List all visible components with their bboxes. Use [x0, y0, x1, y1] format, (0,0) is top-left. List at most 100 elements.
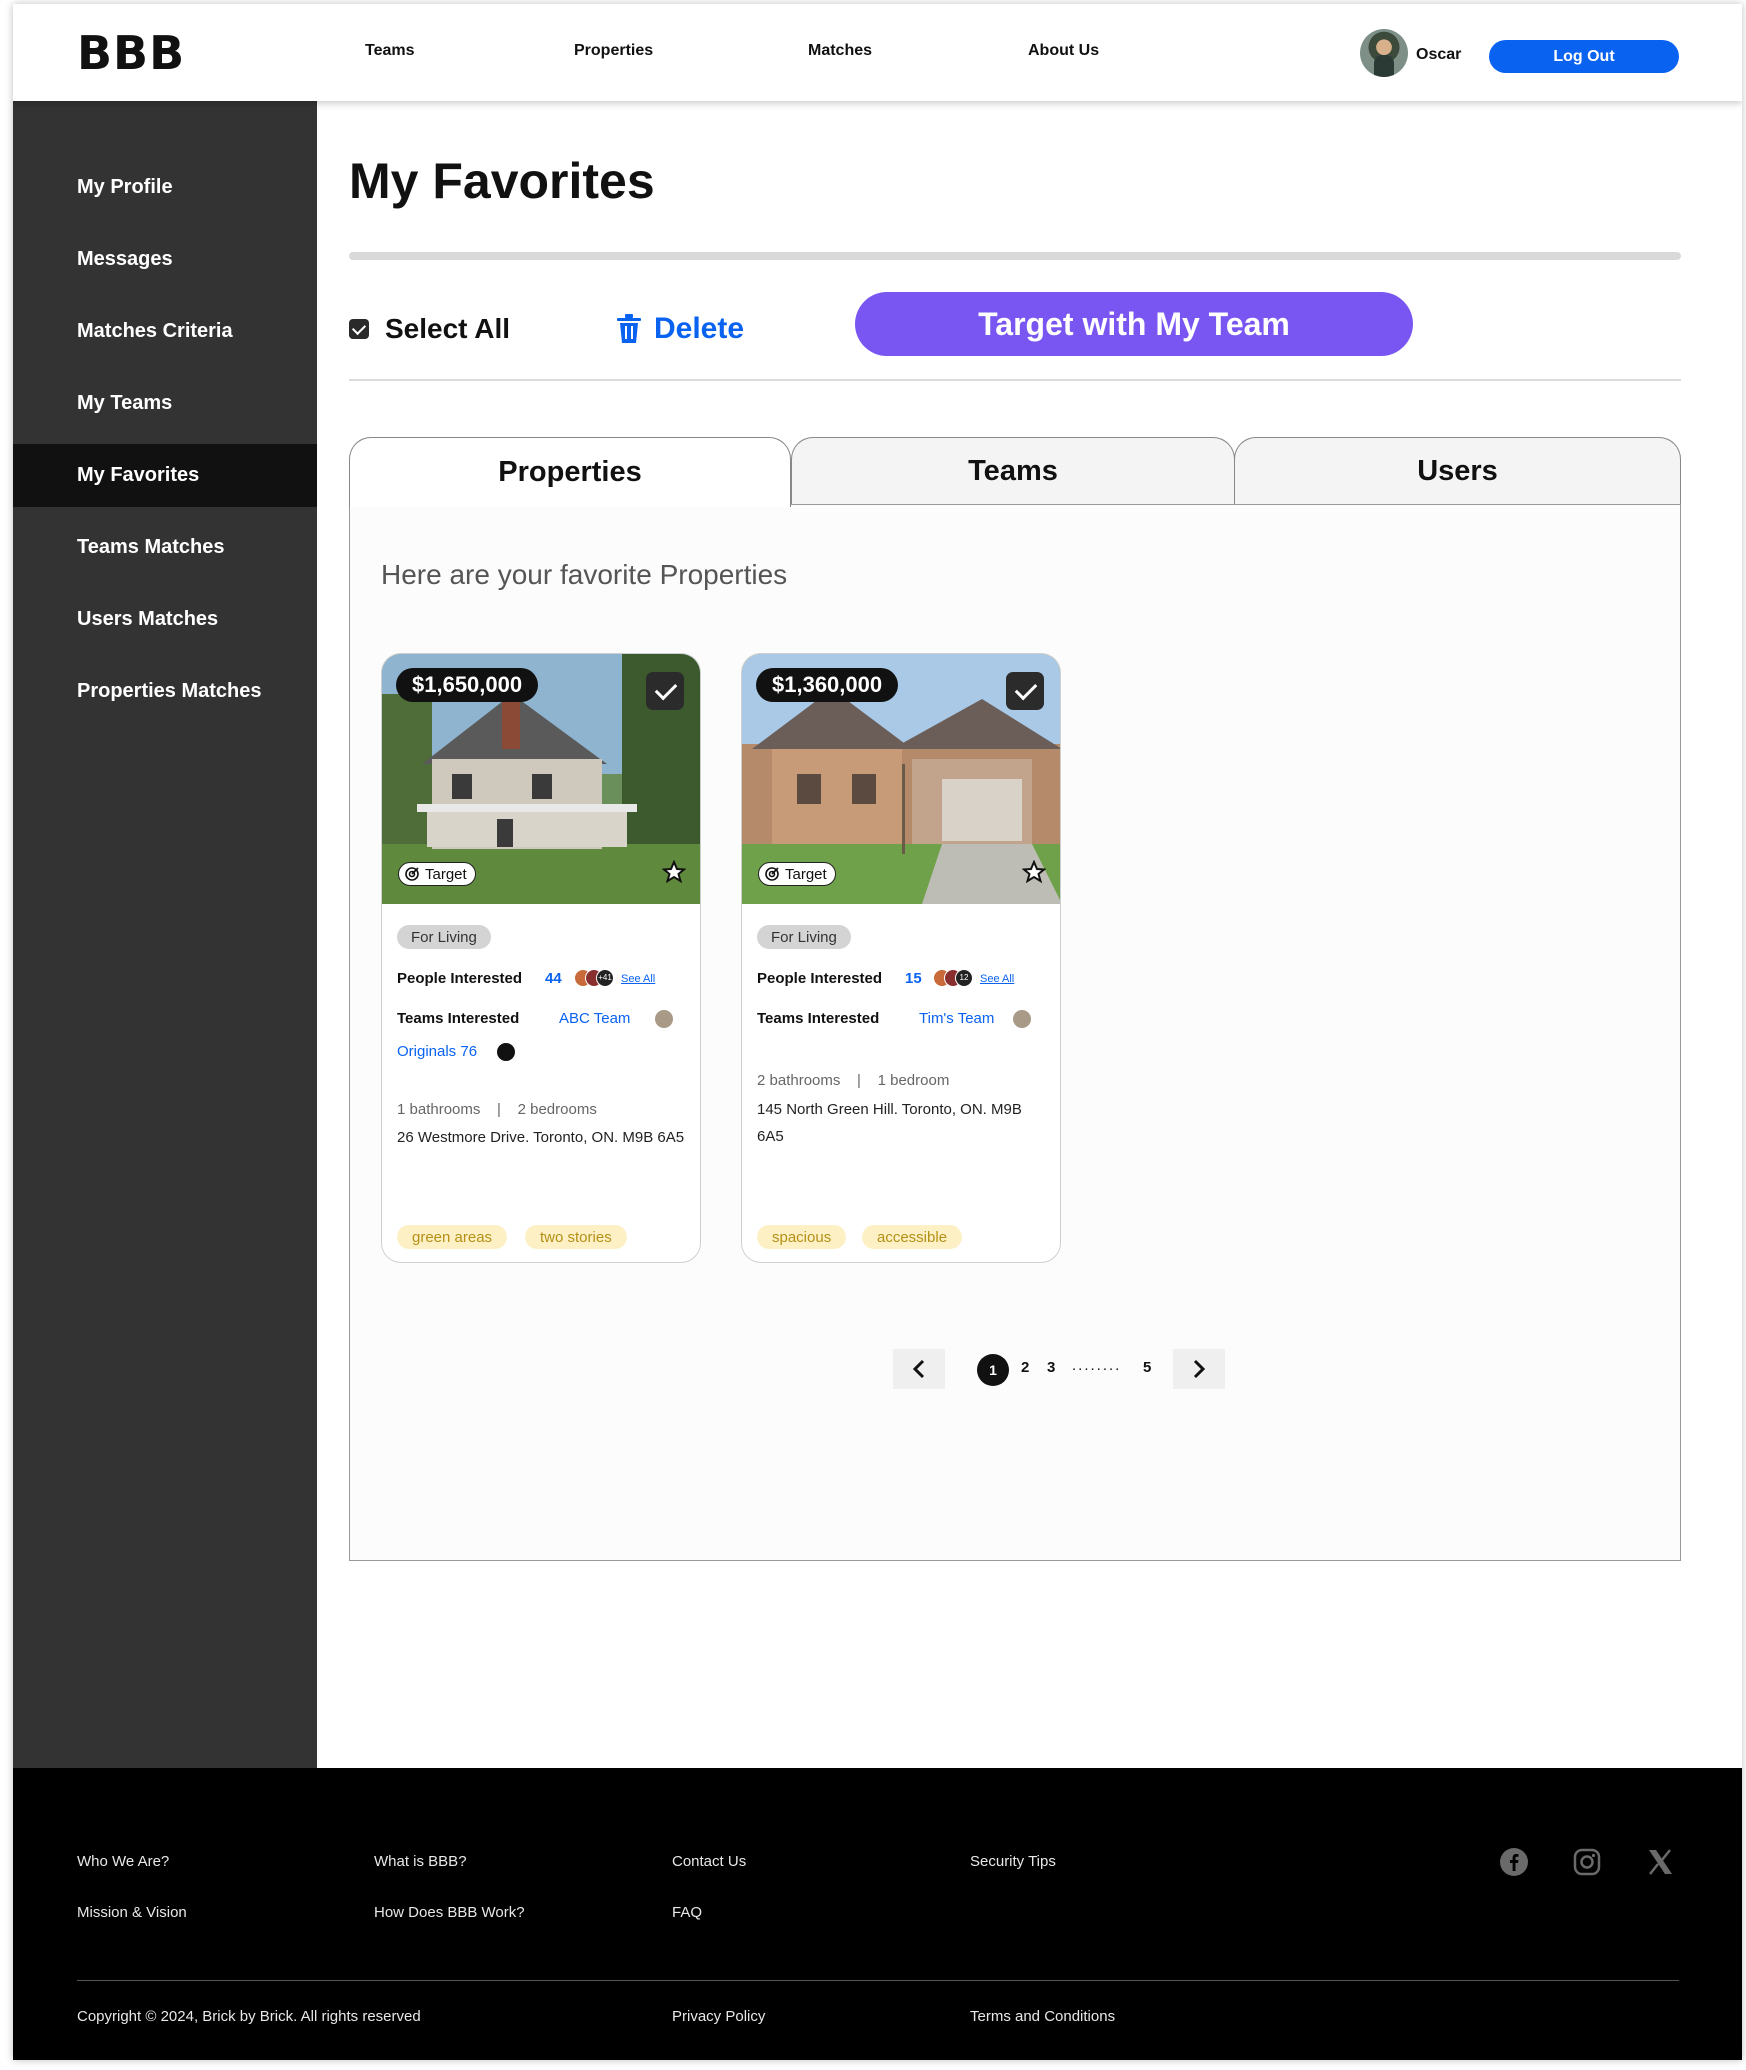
facebook-icon[interactable] [1499, 1847, 1529, 1877]
target-chip-label: Target [425, 865, 467, 883]
chevron-right-icon [1193, 1359, 1206, 1379]
pagination-page[interactable]: 3 [1047, 1359, 1055, 1376]
sidebar-item-my-profile[interactable]: My Profile [13, 156, 317, 219]
feature-tag: spacious [757, 1225, 847, 1249]
price-badge: $1,360,000 [756, 668, 899, 702]
top-header: BBB Teams Properties Matches About Us Os… [13, 4, 1742, 101]
footer-link-mission-vision[interactable]: Mission & Vision [77, 1904, 187, 1921]
instagram-icon[interactable] [1572, 1847, 1602, 1877]
avatar-more: +41 [596, 969, 614, 987]
user-name[interactable]: Oscar [1416, 46, 1461, 64]
team-avatar [655, 1010, 673, 1028]
favorites-panel: Here are your favorite Properties $1,650… [349, 504, 1681, 1561]
pagination-page-current[interactable]: 1 [977, 1354, 1009, 1386]
sidebar-item-my-teams[interactable]: My Teams [13, 372, 317, 435]
star-icon[interactable] [1022, 860, 1046, 884]
target-chip[interactable]: Target [398, 862, 476, 886]
select-all-control[interactable]: Select All [349, 313, 510, 345]
category-pill: For Living [757, 925, 851, 949]
sidebar-item-messages[interactable]: Messages [13, 228, 317, 291]
footer-link-who-we-are[interactable]: Who We Are? [77, 1853, 169, 1870]
team-link-tims[interactable]: Tim's Team [919, 1010, 994, 1027]
team-avatar [497, 1043, 515, 1061]
target-icon [405, 867, 419, 881]
see-all-link[interactable]: See All [621, 973, 655, 985]
people-interested-count[interactable]: 44 [545, 970, 562, 987]
footer-link-privacy-policy[interactable]: Privacy Policy [672, 2008, 765, 2025]
delete-label: Delete [654, 312, 745, 345]
target-chip[interactable]: Target [758, 862, 836, 886]
user-avatar[interactable] [1360, 29, 1408, 77]
footer-link-what-is-bbb[interactable]: What is BBB? [374, 1853, 467, 1870]
nav-matches[interactable]: Matches [808, 42, 872, 60]
property-card[interactable]: $1,650,000 Target For Living People Inte… [381, 653, 701, 1263]
avatar-more: 12 [955, 969, 973, 987]
footer-link-terms[interactable]: Terms and Conditions [970, 2008, 1115, 2025]
sidebar-item-matches-criteria[interactable]: Matches Criteria [13, 300, 317, 363]
footer-divider [77, 1980, 1679, 1981]
select-all-checkbox[interactable] [349, 319, 369, 339]
title-divider-bar [349, 252, 1681, 260]
delete-button[interactable]: Delete [616, 312, 744, 346]
toolbar-divider [349, 379, 1681, 381]
select-all-label: Select All [385, 313, 511, 344]
pagination-ellipsis: ........ [1072, 1357, 1122, 1374]
target-icon [765, 867, 779, 881]
target-chip-label: Target [785, 865, 827, 883]
teams-interested-label: Teams Interested [397, 1010, 520, 1027]
team-link-abc[interactable]: ABC Team [559, 1010, 630, 1027]
tab-properties[interactable]: Properties [349, 437, 791, 507]
footer-link-how-bbb-works[interactable]: How Does BBB Work? [374, 1904, 525, 1921]
property-address: 145 North Green Hill. Toronto, ON. M9B 6… [757, 1101, 1022, 1145]
see-all-link[interactable]: See All [980, 973, 1014, 985]
sidebar-item-users-matches[interactable]: Users Matches [13, 588, 317, 651]
team-avatar [1013, 1010, 1031, 1028]
site-footer: Who We Are? Mission & Vision What is BBB… [13, 1768, 1742, 2060]
panel-subtitle: Here are your favorite Properties [381, 559, 788, 590]
people-interested-label: People Interested [397, 970, 523, 987]
feature-tag: two stories [525, 1225, 627, 1249]
property-address: 26 Westmore Drive. Toronto, ON. M9B 6A5 [397, 1129, 685, 1146]
trash-icon [617, 314, 641, 343]
page-title: My Favorites [349, 153, 655, 209]
property-specs: 1 bathrooms | 2 bedrooms [397, 1101, 597, 1118]
sidebar-item-teams-matches[interactable]: Teams Matches [13, 516, 317, 579]
people-interested-count[interactable]: 15 [905, 970, 922, 987]
sidebar: My Profile Messages Matches Criteria My … [13, 101, 317, 1768]
tab-teams[interactable]: Teams [791, 437, 1235, 505]
nav-teams[interactable]: Teams [365, 42, 415, 60]
app-frame: BBB Teams Properties Matches About Us Os… [13, 4, 1742, 2060]
footer-link-contact-us[interactable]: Contact Us [672, 1853, 746, 1870]
target-with-my-team-button[interactable]: Target with My Team [855, 292, 1413, 356]
property-image[interactable]: $1,650,000 Target [382, 654, 700, 904]
footer-link-faq[interactable]: FAQ [672, 1904, 702, 1921]
sidebar-item-properties-matches[interactable]: Properties Matches [13, 660, 317, 723]
feature-tag: green areas [397, 1225, 508, 1249]
nav-about-us[interactable]: About Us [1028, 42, 1099, 60]
team-link-originals[interactable]: Originals 76 [397, 1043, 477, 1060]
pagination-page[interactable]: 5 [1143, 1359, 1151, 1376]
star-icon[interactable] [662, 860, 686, 884]
tab-users[interactable]: Users [1234, 437, 1681, 505]
property-specs: 2 bathrooms | 1 bedroom [757, 1072, 950, 1089]
pagination-next-button[interactable] [1173, 1349, 1225, 1389]
property-image[interactable]: $1,360,000 Target [742, 654, 1060, 904]
sidebar-item-my-favorites[interactable]: My Favorites [13, 444, 317, 507]
card-select-checkbox[interactable] [646, 672, 684, 710]
brand-logo[interactable]: BBB [77, 26, 185, 80]
nav-properties[interactable]: Properties [574, 42, 653, 60]
card-select-checkbox[interactable] [1006, 672, 1044, 710]
feature-tag: accessible [862, 1225, 963, 1249]
people-interested-label: People Interested [757, 970, 883, 987]
footer-link-security-tips[interactable]: Security Tips [970, 1853, 1056, 1870]
pagination-prev-button[interactable] [893, 1349, 945, 1389]
price-badge: $1,650,000 [396, 668, 539, 702]
property-card[interactable]: $1,360,000 Target For Living People Inte… [741, 653, 1061, 1263]
pagination-page[interactable]: 2 [1021, 1359, 1029, 1376]
footer-copyright: Copyright © 2024, Brick by Brick. All ri… [77, 2008, 421, 2025]
x-icon[interactable] [1645, 1847, 1675, 1877]
chevron-left-icon [912, 1359, 925, 1379]
logout-button[interactable]: Log Out [1489, 40, 1679, 73]
category-pill: For Living [397, 925, 491, 949]
teams-interested-label: Teams Interested [757, 1010, 880, 1027]
